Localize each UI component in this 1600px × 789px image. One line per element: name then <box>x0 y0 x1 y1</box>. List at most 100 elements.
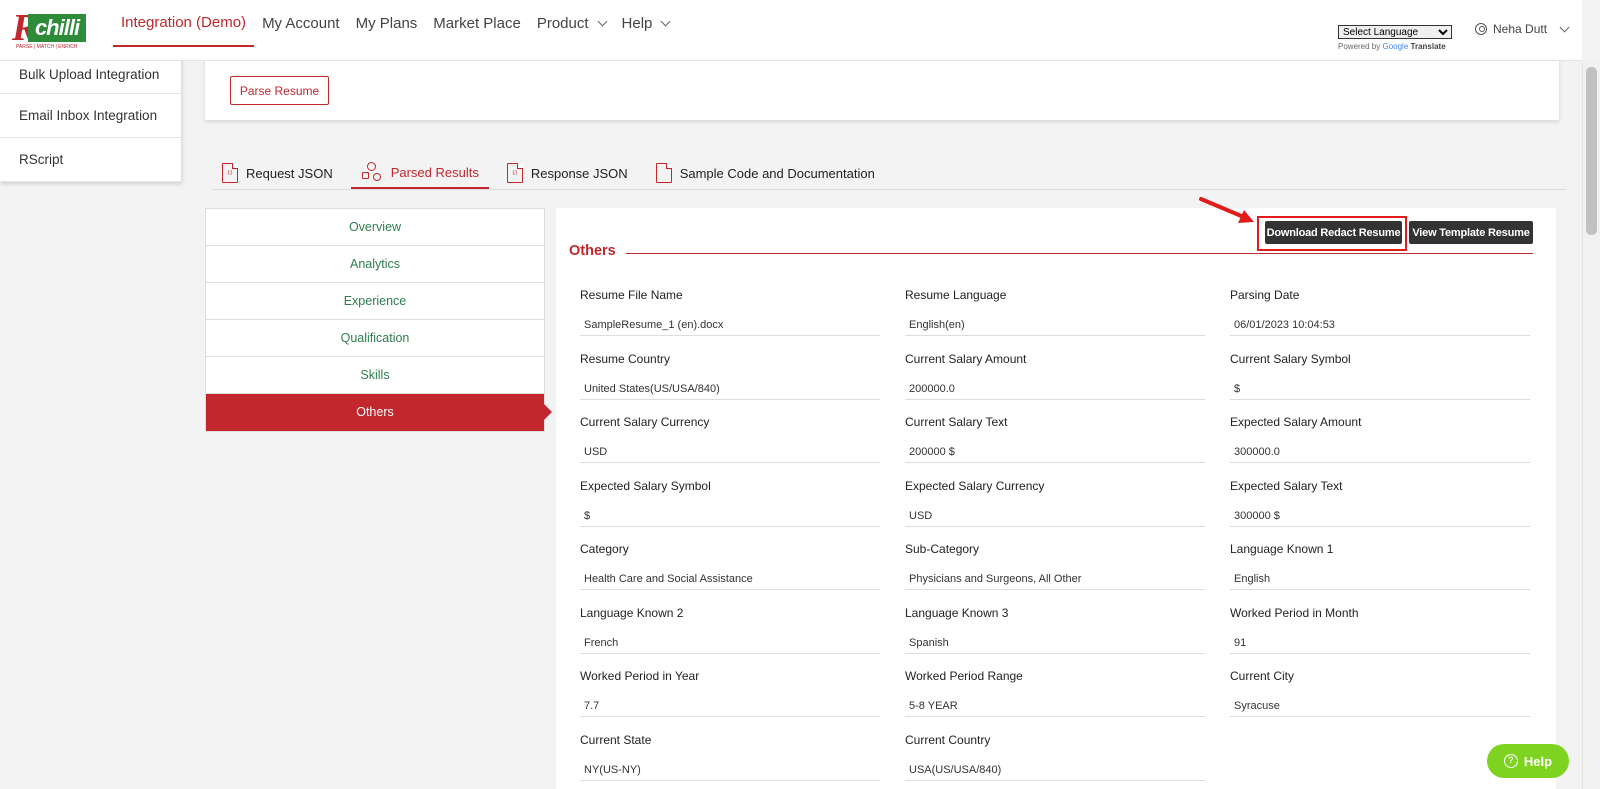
field-value[interactable]: 06/01/2023 10:04:53 <box>1230 314 1530 336</box>
field-label: Current Salary Currency <box>580 415 710 429</box>
tab-parsed-results[interactable]: Parsed Results <box>350 157 489 189</box>
language-selector: Select Language Powered by Google Transl… <box>1338 22 1452 51</box>
nav-item-market-place[interactable]: Market Place <box>425 0 529 47</box>
field-label: Expected Salary Symbol <box>580 478 711 493</box>
tab-response-json[interactable]: {;} Response JSON <box>497 157 638 189</box>
field-value[interactable]: 300000 $ <box>1230 505 1530 527</box>
subnav-item-skills[interactable]: Skills <box>206 357 544 394</box>
documentation-icon <box>655 163 672 183</box>
field-label: Current Salary Symbol <box>1230 351 1351 366</box>
subnav-item-overview[interactable]: Overview <box>206 209 544 246</box>
view-template-resume-button[interactable]: View Template Resume <box>1409 221 1533 244</box>
field-value[interactable]: NY(US-NY) <box>580 759 880 781</box>
nav-item-label: Integration (Demo) <box>121 13 247 31</box>
nav-item-my-account[interactable]: My Account <box>254 0 348 47</box>
field-label: Worked Period in Month <box>1230 605 1359 620</box>
help-widget-button[interactable]: ? Help <box>1487 744 1569 778</box>
section-divider <box>569 253 1533 254</box>
field-label: Language Known 2 <box>580 605 684 620</box>
field-current-salary-symbol: Current Salary Symbol $ <box>1230 352 1530 416</box>
fields-grid: Resume File Name SampleResume_1 (en).docx… <box>580 288 1530 789</box>
user-menu[interactable]: Neha Dutt <box>1475 22 1570 36</box>
field-value[interactable]: USD <box>905 505 1205 527</box>
field-label: Current Salary Text <box>905 415 1008 429</box>
field-worked-period-range: Worked Period Range 5-8 YEAR <box>905 669 1205 733</box>
tab-label: Parsed Results <box>390 164 479 180</box>
tab-sample-code-and-documentation[interactable]: Sample Code and Documentation <box>646 157 885 189</box>
field-label: Language Known 1 <box>1230 542 1334 556</box>
nav-item-integration-demo[interactable]: Integration (Demo) <box>113 0 255 47</box>
field-value[interactable]: $ <box>1230 378 1530 400</box>
field-value[interactable]: Physicians and Surgeons, All Other <box>905 568 1205 590</box>
nav-item-my-plans[interactable]: My Plans <box>348 0 426 47</box>
nav-item-product[interactable]: Product <box>529 0 614 47</box>
field-expected-salary-currency: Expected Salary Currency USD <box>905 479 1205 543</box>
field-value[interactable]: 7.7 <box>580 695 880 717</box>
integration-menu: Bulk Upload Integration Email Inbox Integ… <box>0 48 181 182</box>
json-file-icon: {;} <box>506 163 523 183</box>
field-value[interactable]: SampleResume_1 (en).docx <box>580 314 880 336</box>
field-expected-salary-symbol: Expected Salary Symbol $ <box>580 479 880 543</box>
user-name: Neha Dutt <box>1493 22 1548 36</box>
field-label: Language Known 3 <box>905 605 1009 620</box>
field-label: Expected Salary Text <box>1230 478 1343 493</box>
field-label: Current Country <box>905 732 991 747</box>
field-worked-period-in-year: Worked Period in Year 7.7 <box>580 669 880 733</box>
field-value[interactable]: United States(US/USA/840) <box>580 378 880 400</box>
top-navigation-bar: R chilli PARSE | MATCH | ENRICH Integrat… <box>0 0 1582 61</box>
subnav-item-others[interactable]: Others <box>206 394 552 431</box>
language-select[interactable]: Select Language <box>1338 25 1452 39</box>
section-title: Others <box>569 243 626 259</box>
powered-by-google-translate: Powered by Google Translate <box>1338 42 1446 51</box>
chevron-down-icon <box>597 16 607 27</box>
menu-item-email-inbox-integration[interactable]: Email Inbox Integration <box>0 94 181 138</box>
field-value[interactable]: Health Care and Social Assistance <box>580 568 880 590</box>
field-value[interactable]: 200000 $ <box>905 441 1205 463</box>
field-expected-salary-text: Expected Salary Text 300000 $ <box>1230 479 1530 543</box>
scrollbar-thumb[interactable] <box>1586 67 1597 235</box>
nav-item-label: My Plans <box>355 14 418 32</box>
field-language-known-1: Language Known 1 English <box>1230 542 1530 606</box>
parsed-results-subnav: Overview Analytics Experience Qualification… <box>205 208 552 432</box>
field-resume-language: Resume Language English(en) <box>905 288 1205 352</box>
json-file-icon: {;} <box>222 163 238 183</box>
download-redact-resume-button[interactable]: Download Redact Resume <box>1265 221 1402 244</box>
menu-item-rscript[interactable]: RScript <box>0 138 181 182</box>
field-value[interactable]: English(en) <box>905 314 1205 336</box>
field-value[interactable]: English <box>1230 568 1530 590</box>
field-worked-period-in-month: Worked Period in Month 91 <box>1230 606 1530 670</box>
subnav-item-qualification[interactable]: Qualification <box>206 320 544 357</box>
field-value[interactable]: 200000.0 <box>905 378 1205 400</box>
parse-resume-button[interactable]: Parse Resume <box>230 76 329 105</box>
field-value[interactable]: USA(US/USA/840) <box>905 759 1205 781</box>
nav-item-label: Market Place <box>433 14 521 32</box>
subnav-item-analytics[interactable]: Analytics <box>206 246 544 283</box>
field-current-salary-amount: Current Salary Amount 200000.0 <box>905 352 1205 416</box>
nav-item-help[interactable]: Help <box>614 0 678 47</box>
page-scrollbar[interactable] <box>1582 61 1600 789</box>
field-value[interactable]: $ <box>580 505 880 527</box>
question-icon: ? <box>1503 754 1518 768</box>
field-value[interactable]: 5-8 YEAR <box>905 695 1205 717</box>
field-label: Worked Period in Year <box>580 669 700 683</box>
field-value[interactable]: 91 <box>1230 632 1530 654</box>
chevron-down-icon <box>660 16 671 27</box>
main-nav: Integration (Demo) My Account My Plans Mark… <box>113 0 677 60</box>
field-value[interactable]: USD <box>580 441 880 463</box>
field-value[interactable]: Syracuse <box>1230 695 1530 717</box>
field-label: Current City <box>1230 669 1295 683</box>
field-label: Current Salary Amount <box>905 351 1027 366</box>
field-value[interactable]: French <box>580 632 880 654</box>
field-value[interactable]: Spanish <box>905 632 1205 654</box>
field-label: Worked Period Range <box>905 669 1023 683</box>
field-current-salary-currency: Current Salary Currency USD <box>580 415 880 479</box>
field-value[interactable]: 300000.0 <box>1230 441 1530 463</box>
subnav-item-experience[interactable]: Experience <box>206 283 544 320</box>
field-label: Resume Country <box>580 351 671 366</box>
rchilli-logo[interactable]: R chilli PARSE | MATCH | ENRICH <box>12 9 88 52</box>
field-current-city: Current City Syracuse <box>1230 669 1530 733</box>
field-label: Expected Salary Amount <box>1230 415 1362 429</box>
field-current-country: Current Country USA(US/USA/840) <box>905 733 1205 789</box>
tab-request-json[interactable]: {;} Request JSON <box>212 157 343 189</box>
field-language-known-2: Language Known 2 French <box>580 606 880 670</box>
